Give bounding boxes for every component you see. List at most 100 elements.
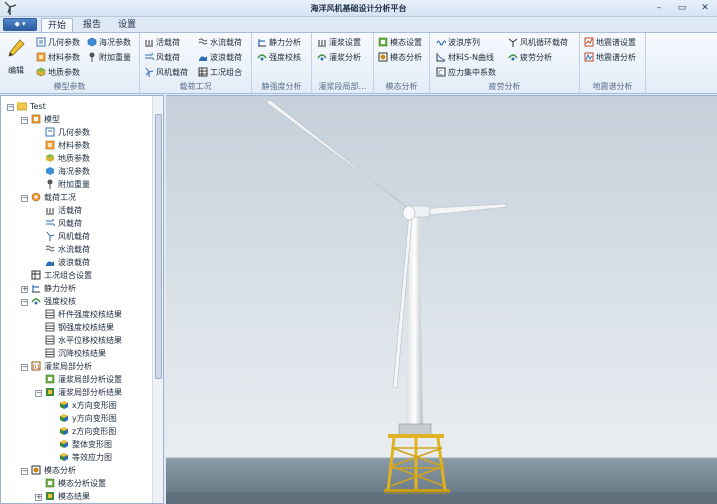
tree-item[interactable]: − 灌浆局部分析结果 xyxy=(35,386,122,399)
tree-item[interactable]: 杆件强度校核结果 xyxy=(35,308,122,321)
turbine-cyclic-load-button[interactable]: 风机循环载荷 xyxy=(508,36,568,49)
tree-item[interactable]: − 模型 xyxy=(21,113,60,126)
edit-button[interactable]: 编辑 xyxy=(3,38,29,80)
tree-item-label: 波浪载荷 xyxy=(58,258,90,267)
main-viewport xyxy=(166,95,717,504)
live-load-button[interactable]: 活载荷 xyxy=(144,36,180,49)
tree-item[interactable]: 水流载荷 xyxy=(35,243,90,256)
tree-item[interactable]: − 强度校核 xyxy=(21,295,76,308)
collapse-icon[interactable]: − xyxy=(21,117,28,124)
fatigue-analysis-button[interactable]: 疲劳分析 xyxy=(508,51,552,64)
wave-sequence-button[interactable]: 波浪序列 xyxy=(436,36,480,49)
tree-item[interactable]: + 模态结果 xyxy=(35,490,90,503)
tree-item[interactable]: 模态分析设置 xyxy=(35,477,106,490)
tree-item[interactable]: − 模态分析 xyxy=(21,464,76,477)
collapse-icon[interactable]: − xyxy=(21,468,28,475)
tree-item[interactable]: x方向变形图 xyxy=(49,399,117,412)
tab-report[interactable]: 报告 xyxy=(77,18,107,33)
wave-load-button[interactable]: 波浪载荷 xyxy=(198,51,242,64)
tree-scrollbar[interactable] xyxy=(152,96,163,503)
minimize-button[interactable]: – xyxy=(650,2,668,14)
tree-item[interactable]: 钢强度校核结果 xyxy=(35,321,114,334)
svg-text:C: C xyxy=(438,69,443,77)
tree-item[interactable]: + 静力分析 xyxy=(21,282,76,295)
sn-curve-button[interactable]: 材料S-N曲线 xyxy=(436,51,494,64)
tree-item[interactable]: 地质参数 xyxy=(35,152,90,165)
tree-item[interactable]: 整体变形图 xyxy=(49,438,112,451)
collapse-icon[interactable]: − xyxy=(35,390,42,397)
modal-analysis-label: 模态分析 xyxy=(390,53,422,62)
tree-item-label: 强度校核 xyxy=(44,297,76,306)
collapse-icon[interactable]: − xyxy=(21,299,28,306)
expand-icon[interactable]: + xyxy=(35,494,42,501)
tree-item-label: 水平位移校核结果 xyxy=(58,336,122,345)
tree-item[interactable]: 工况组合设置 xyxy=(21,269,92,282)
maximize-button[interactable]: ▭ xyxy=(673,2,691,14)
current-load-button[interactable]: 水流载荷 xyxy=(198,36,242,49)
tree-item-label: 活载荷 xyxy=(58,206,82,215)
tree-item[interactable]: −01 灌浆局部分析 xyxy=(21,360,92,373)
seismic-analysis-icon xyxy=(584,52,594,62)
tree-item[interactable]: 等效应力图 xyxy=(49,451,112,464)
tree-item[interactable]: 沉降校核结果 xyxy=(35,347,106,360)
strength-check-button[interactable]: 强度校核 xyxy=(257,51,301,64)
tree-item-label: 地质参数 xyxy=(58,154,90,163)
tree-item[interactable]: 水平位移校核结果 xyxy=(35,334,122,347)
added-weight-button[interactable]: 附加重量 xyxy=(87,51,131,64)
tree-item[interactable]: 波浪载荷 xyxy=(35,256,90,269)
scf-label: 应力集中系数 xyxy=(448,68,496,77)
tree-item[interactable]: 活载荷 xyxy=(35,204,82,217)
material-icon xyxy=(36,52,46,62)
current-load-icon xyxy=(198,38,208,45)
tree-item-label: 静力分析 xyxy=(44,284,76,293)
geology-params-button[interactable]: 地质参数 xyxy=(36,66,80,79)
tree-item[interactable]: 材料参数 xyxy=(35,139,90,152)
group-model-params: 编辑 几何参数 海况参数 材料参数 附加重量 地质参数 模型参数 xyxy=(0,33,140,94)
expand-icon[interactable]: + xyxy=(21,286,28,293)
tree-item-label: 模态结果 xyxy=(58,492,90,501)
load-icon xyxy=(31,192,41,202)
pencil-icon xyxy=(8,39,25,57)
material-params-label: 材料参数 xyxy=(48,53,80,62)
grout-settings-button[interactable]: 灌浆设置 xyxy=(317,36,361,49)
tree-item[interactable]: 几何参数 xyxy=(35,126,90,139)
tree-item[interactable]: 附加重量 xyxy=(35,178,90,191)
material-params-button[interactable]: 材料参数 xyxy=(36,51,80,64)
wind-load-icon xyxy=(145,52,154,61)
modal-settings-button[interactable]: 模态设置 xyxy=(378,36,422,49)
live-load-label: 活载荷 xyxy=(156,38,180,47)
cube-icon xyxy=(60,414,68,422)
app-menu-button[interactable]: ◆ ▾ xyxy=(3,18,37,31)
close-button[interactable]: ✕ xyxy=(696,2,714,14)
scf-button[interactable]: C 应力集中系数 xyxy=(436,66,496,79)
grout-analysis-button[interactable]: 灌浆分析 xyxy=(317,51,361,64)
tree-item[interactable]: − Test xyxy=(7,100,46,113)
modal-analysis-button[interactable]: 模态分析 xyxy=(378,51,422,64)
seismic-analysis-button[interactable]: 地震谱分析 xyxy=(584,51,636,64)
tree-item[interactable]: y方向变形图 xyxy=(49,412,117,425)
collapse-icon[interactable]: − xyxy=(21,195,28,202)
tree-item[interactable]: 风载荷 xyxy=(35,217,82,230)
static-analysis-button[interactable]: 静力分析 xyxy=(257,36,301,49)
tab-home[interactable]: 开始 xyxy=(41,18,73,33)
weight-pin-icon xyxy=(89,52,95,62)
tree-item[interactable]: 风机载荷 xyxy=(35,230,90,243)
turbine-load-button[interactable]: 风机载荷 xyxy=(144,66,188,79)
seismic-settings-button[interactable]: 地震谱设置 xyxy=(584,36,636,49)
collapse-icon[interactable]: − xyxy=(7,104,14,111)
wind-load-button[interactable]: 风载荷 xyxy=(144,51,180,64)
sea-params-button[interactable]: 海况参数 xyxy=(87,36,131,49)
tab-settings[interactable]: 设置 xyxy=(112,18,142,33)
tree-item[interactable]: z方向变形图 xyxy=(49,425,116,438)
tree-item-label: 灌浆局部分析结果 xyxy=(58,388,122,397)
load-combination-button[interactable]: 工况组合 xyxy=(198,66,242,79)
tree-scrollbar-thumb[interactable] xyxy=(155,114,162,379)
project-tree[interactable]: − Test − 模型 几何参数 材料参数地质参数海况参数 附加重量 − 载荷工况活载荷风载荷风… xyxy=(0,95,164,504)
tree-item[interactable]: 海况参数 xyxy=(35,165,90,178)
tree-item[interactable]: 灌浆局部分析设置 xyxy=(35,373,122,386)
collapse-icon[interactable]: − xyxy=(21,364,28,371)
sn-curve-icon xyxy=(436,53,446,62)
tree-item[interactable]: − 载荷工况 xyxy=(21,191,76,204)
geometry-params-button[interactable]: 几何参数 xyxy=(36,36,80,49)
group-fatigue-label: 疲劳分析 xyxy=(488,82,521,91)
